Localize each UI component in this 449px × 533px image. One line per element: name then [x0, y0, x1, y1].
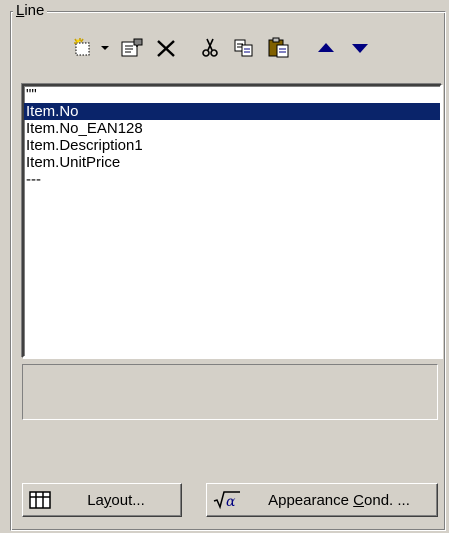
layout-button-label: Layout...: [87, 491, 145, 509]
list-item[interactable]: Item.UnitPrice: [24, 154, 440, 171]
appearance-condition-button[interactable]: α Appearance Cond. ...: [206, 483, 438, 517]
delete-icon[interactable]: [152, 32, 180, 64]
svg-text:α: α: [226, 494, 236, 510]
list-item[interactable]: Item.No_EAN128: [24, 120, 440, 137]
table-layout-icon: [29, 491, 51, 509]
list-item[interactable]: ---: [24, 171, 440, 188]
square-root-alpha-icon: α: [213, 490, 241, 510]
copy-icon[interactable]: [230, 32, 258, 64]
list-item[interactable]: Item.Description1: [24, 137, 440, 154]
cut-icon[interactable]: [196, 32, 224, 64]
new-item-icon[interactable]: [70, 32, 96, 64]
layout-button[interactable]: Layout...: [22, 483, 182, 517]
toolbar: [60, 32, 440, 66]
list-item[interactable]: Item.No: [24, 103, 440, 120]
description-panel: [22, 364, 438, 420]
move-down-icon[interactable]: [346, 32, 374, 64]
list-item[interactable]: "": [24, 86, 440, 103]
appearance-button-label: Appearance Cond. ...: [268, 491, 410, 509]
dropdown-arrow-icon[interactable]: [98, 32, 112, 64]
paste-icon[interactable]: [264, 32, 294, 64]
group-label: Line: [13, 2, 48, 20]
properties-icon[interactable]: [118, 32, 146, 64]
line-fields-listbox[interactable]: "" Item.No Item.No_EAN128 Item.Description1…: [22, 84, 442, 358]
move-up-icon[interactable]: [312, 32, 340, 64]
